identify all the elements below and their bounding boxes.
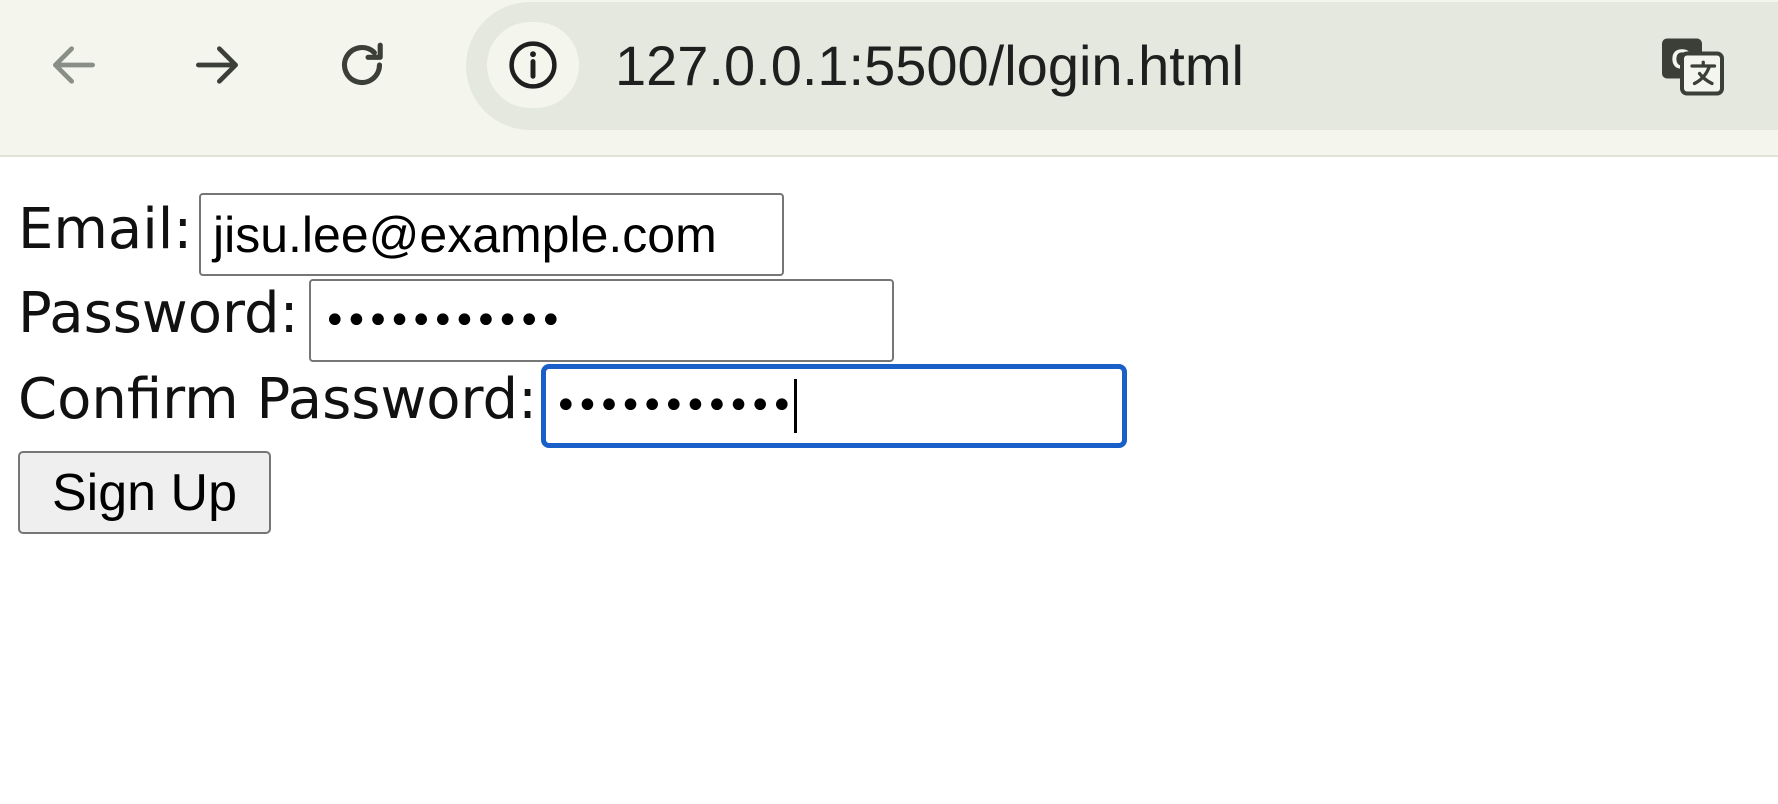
email-field[interactable]: jisu.lee@example.com (199, 193, 784, 276)
site-info-button[interactable] (487, 22, 579, 108)
page-content: Email: jisu.lee@example.com Password: ••… (0, 157, 1778, 804)
email-value: jisu.lee@example.com (213, 206, 717, 263)
info-circle-icon (509, 41, 557, 89)
confirm-password-label: Confirm Password: (18, 367, 537, 432)
confirm-password-field[interactable]: ••••••••••• (541, 364, 1127, 448)
url-text[interactable]: 127.0.0.1:5500/login.html (615, 34, 1244, 98)
arrow-right-icon (196, 46, 239, 84)
confirm-password-mask: ••••••••••• (554, 383, 794, 429)
reload-icon (341, 42, 383, 86)
password-mask: ••••••••••• (323, 297, 563, 344)
back-button[interactable] (39, 30, 109, 100)
translate-button[interactable]: G (1655, 29, 1729, 103)
translate-icon: G (1662, 38, 1724, 96)
reload-button[interactable] (327, 30, 397, 100)
arrow-left-icon (53, 46, 95, 84)
email-label: Email: (18, 197, 193, 262)
password-label: Password: (18, 281, 299, 346)
browser-toolbar: 127.0.0.1:5500/login.html G (0, 0, 1778, 157)
forward-button[interactable] (182, 30, 252, 100)
text-caret (793, 379, 797, 433)
password-field[interactable]: ••••••••••• (309, 279, 894, 362)
sign-up-button[interactable]: Sign Up (18, 451, 271, 534)
